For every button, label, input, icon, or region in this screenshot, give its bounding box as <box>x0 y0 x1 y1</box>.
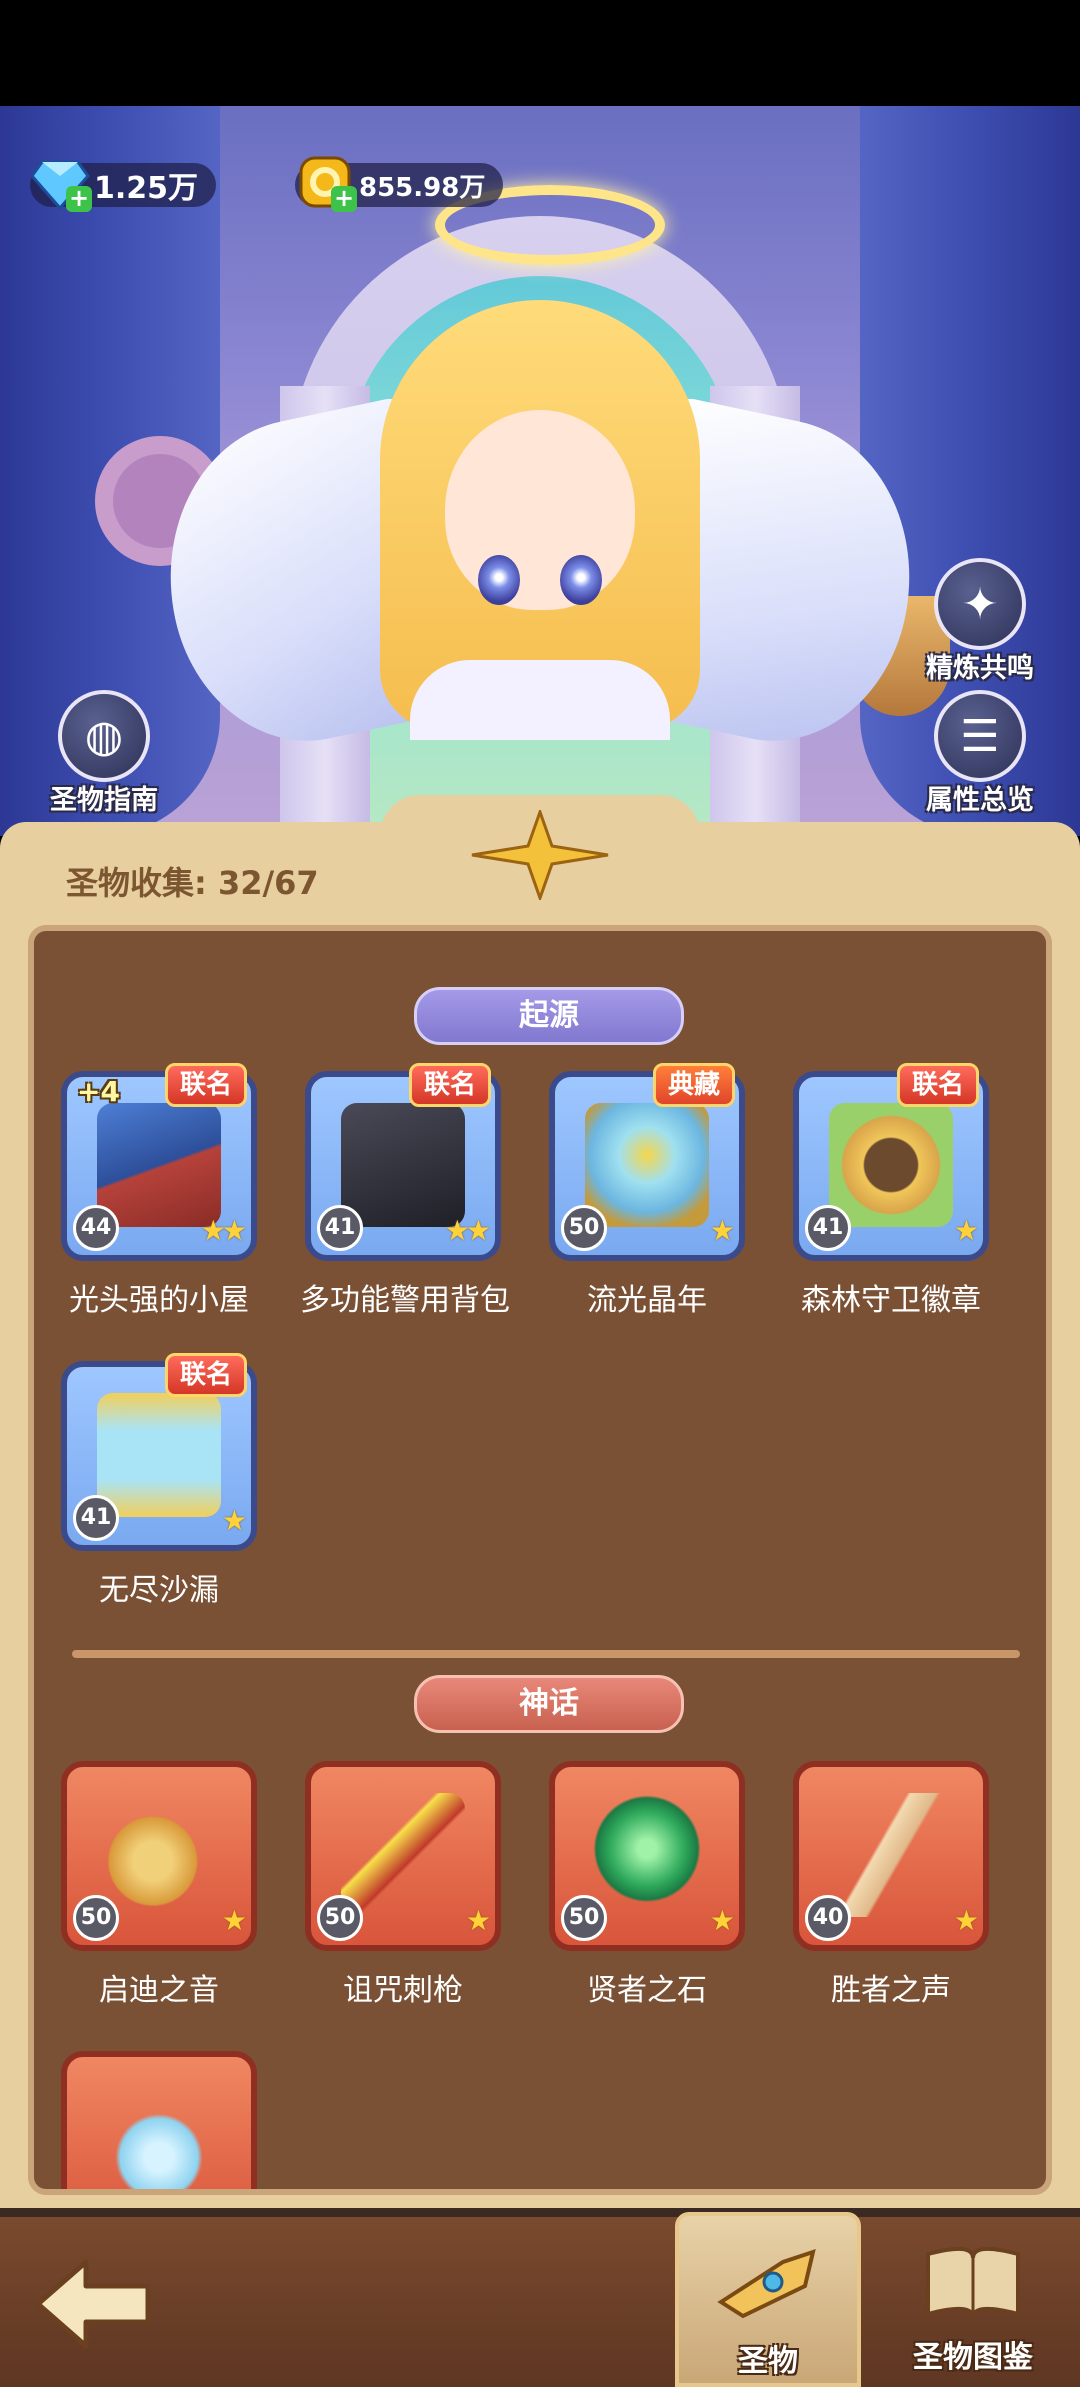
collab-badge: 联名 <box>408 1063 491 1107</box>
status-bar <box>0 0 1080 106</box>
relic-card-sages-stone[interactable]: 50 ★ 贤者之石 <box>544 1761 750 2009</box>
star-rating: ★ <box>709 1904 735 1937</box>
collection-progress: 圣物收集: 32/67 <box>66 864 319 902</box>
relic-list[interactable]: 起源 +4 联名 44 ★★ 光头强的小屋 联名 41 ★★ 多功能警用背包 典… <box>28 925 1052 2195</box>
tab-relic-codex-label: 圣物图鉴 <box>913 2340 1033 2375</box>
horn-icon <box>717 2248 816 2319</box>
star-rating: ★ <box>221 1904 247 1937</box>
collab-badge: 联名 <box>164 1063 247 1107</box>
add-gems-icon[interactable]: + <box>66 186 92 212</box>
star-rating: ★ <box>465 1904 491 1937</box>
relic-guide-button[interactable]: ◍ 圣物指南 <box>34 690 174 817</box>
relic-level: 41 <box>73 1495 119 1541</box>
relic-name: 启迪之音 <box>99 1973 219 2008</box>
attribute-overview-button[interactable]: ☰ 属性总览 <box>910 690 1050 817</box>
enhance-level: +4 <box>77 1075 120 1108</box>
star-rating: ★ <box>953 1904 979 1937</box>
star-rating: ★ <box>953 1214 979 1247</box>
scroll-icon: ☰ <box>934 690 1026 782</box>
star-rating: ★ <box>709 1214 735 1247</box>
angel-eye-right <box>560 555 602 605</box>
section-origin-title: 起源 <box>414 987 684 1045</box>
add-coins-icon[interactable]: + <box>331 186 357 212</box>
relic-level: 40 <box>805 1895 851 1941</box>
relic-name: 流光晶年 <box>587 1283 707 1318</box>
collab-badge: 联名 <box>896 1063 979 1107</box>
relic-level: 44 <box>73 1205 119 1251</box>
cabin-art <box>97 1103 221 1227</box>
refine-resonance-button[interactable]: ✦ 精炼共鸣 <box>910 558 1050 685</box>
angel-dress <box>410 660 670 740</box>
star-ornament-icon <box>471 810 609 900</box>
compass-star-icon: ✦ <box>934 558 1026 650</box>
harp-art <box>97 1793 221 1917</box>
relic-card-victors-voice[interactable]: 40 ★ 胜者之声 <box>788 1761 994 2009</box>
potion-art <box>97 2083 221 2189</box>
hourglass-art <box>97 1393 221 1517</box>
relic-guide-label: 圣物指南 <box>50 785 158 816</box>
attribute-overview-label: 属性总览 <box>926 785 1034 816</box>
tab-relic[interactable]: 圣物 <box>675 2212 861 2387</box>
relic-card-flowing-crystal[interactable]: 典藏 50 ★ 流光晶年 <box>544 1063 750 1319</box>
tab-relic-label: 圣物 <box>738 2344 798 2379</box>
snow-globe-art <box>585 1103 709 1227</box>
coin-counter[interactable]: + 855.98万 <box>295 156 504 212</box>
planet-icon: ◍ <box>58 690 150 782</box>
relic-level: 50 <box>317 1895 363 1941</box>
back-arrow-icon[interactable] <box>34 2256 154 2352</box>
green-stone-art <box>585 1793 709 1917</box>
backpack-art <box>341 1103 465 1227</box>
relic-level: 41 <box>805 1205 851 1251</box>
collector-badge: 典藏 <box>652 1063 735 1107</box>
flute-art <box>829 1793 953 1917</box>
relic-level: 50 <box>73 1895 119 1941</box>
relic-level: 50 <box>561 1895 607 1941</box>
coin-amount: 855.98万 <box>359 172 486 203</box>
section-divider <box>72 1650 1020 1658</box>
book-icon <box>926 2246 1020 2319</box>
star-rating: ★★ <box>444 1214 491 1247</box>
angel-face <box>445 410 635 610</box>
relic-name: 森林守卫徽章 <box>801 1283 981 1318</box>
relic-card-police-backpack[interactable]: 联名 41 ★★ 多功能警用背包 <box>300 1063 510 1319</box>
relic-name: 胜者之声 <box>831 1973 951 2008</box>
relic-level: 41 <box>317 1205 363 1251</box>
relic-name: 多功能警用背包 <box>300 1283 510 1318</box>
relic-card-guangtouqiang-cabin[interactable]: +4 联名 44 ★★ 光头强的小屋 <box>56 1063 262 1319</box>
relic-name: 无尽沙漏 <box>99 1573 219 1608</box>
relic-card-endless-hourglass[interactable]: 联名 41 ★ 无尽沙漏 <box>56 1353 262 1609</box>
relic-card-cursed-lance[interactable]: 50 ★ 诅咒刺枪 <box>300 1761 506 2009</box>
gem-amount: 1.25万 <box>94 171 199 206</box>
tab-relic-codex[interactable]: 圣物图鉴 <box>880 2212 1066 2387</box>
relic-name: 贤者之石 <box>587 1973 707 2008</box>
section-myth-title: 神话 <box>414 1675 684 1733</box>
star-rating: ★ <box>221 1504 247 1537</box>
angel-eye-left <box>478 555 520 605</box>
relic-card-potion[interactable] <box>56 2051 262 2189</box>
relic-level: 50 <box>561 1205 607 1251</box>
star-rating: ★★ <box>200 1214 247 1247</box>
gem-counter[interactable]: + 1.25万 <box>30 158 217 212</box>
relic-name: 诅咒刺枪 <box>343 1973 463 2008</box>
collab-badge: 联名 <box>164 1353 247 1397</box>
relic-card-enlightenment-tone[interactable]: 50 ★ 启迪之音 <box>56 1761 262 2009</box>
relic-card-forest-badge[interactable]: 联名 41 ★ 森林守卫徽章 <box>788 1063 994 1319</box>
refine-resonance-label: 精炼共鸣 <box>926 653 1034 684</box>
bear-badge-art <box>829 1103 953 1227</box>
relic-name: 光头强的小屋 <box>69 1283 249 1318</box>
lance-art <box>341 1793 465 1917</box>
